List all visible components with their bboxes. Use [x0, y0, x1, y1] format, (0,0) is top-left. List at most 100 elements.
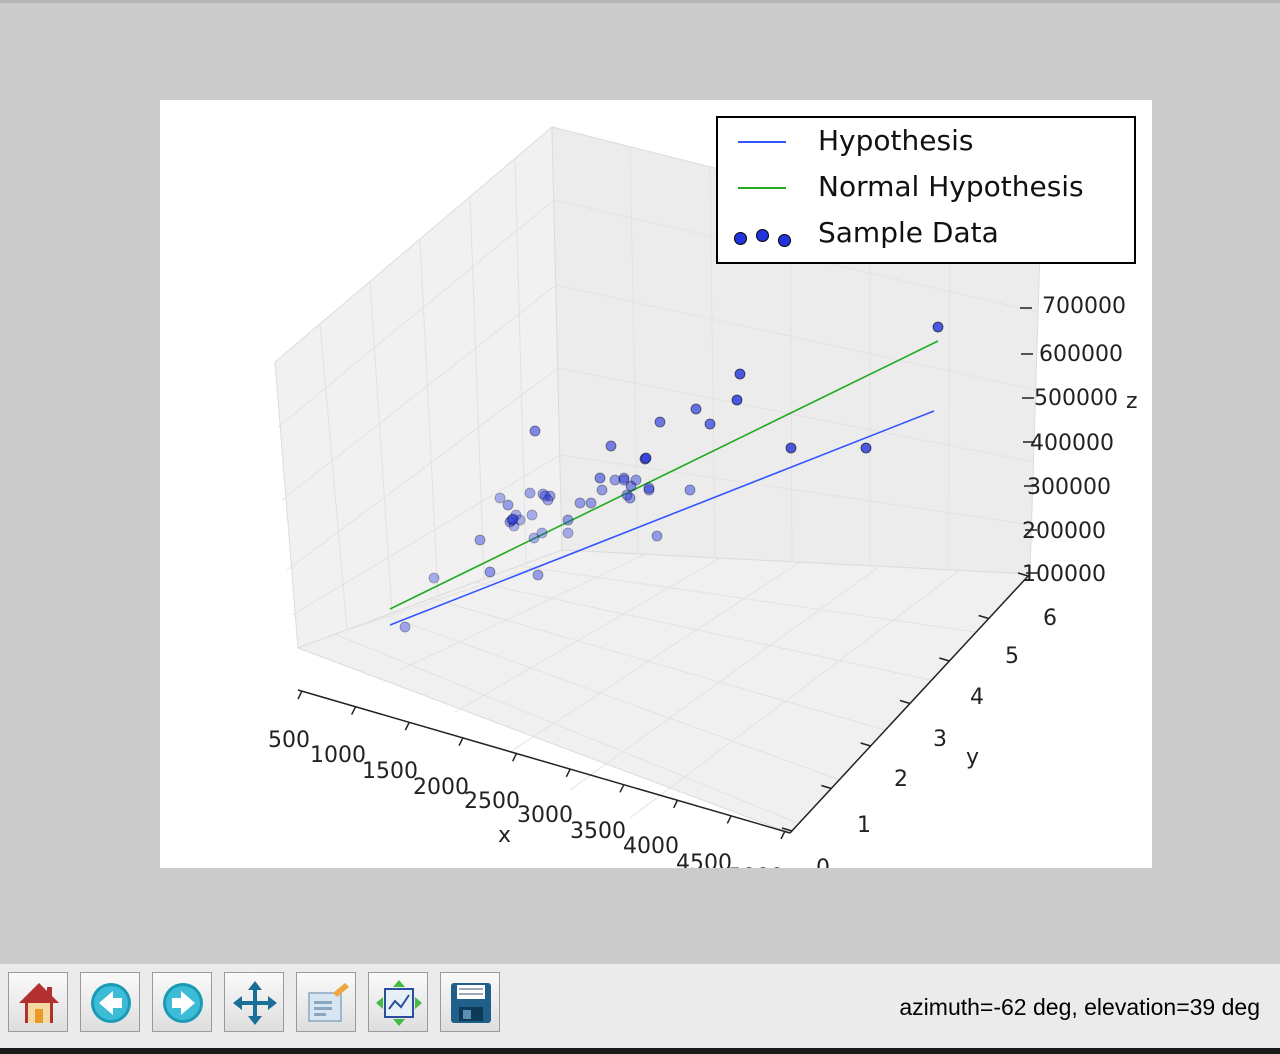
- y-tick-label: 3: [933, 727, 947, 752]
- pan-button[interactable]: [224, 972, 284, 1032]
- sample-data-point: [494, 492, 506, 504]
- z-tick-label: 600000: [1039, 342, 1123, 367]
- sample-data-point: [932, 321, 944, 333]
- sample-data-point: [684, 484, 696, 496]
- x-tick: [780, 830, 786, 840]
- z-tick-label: 200000: [1022, 519, 1106, 544]
- x-tick: [565, 768, 572, 778]
- legend-marker-dot: [778, 234, 791, 247]
- z-tick-label: 700000: [1042, 294, 1126, 319]
- forward-button[interactable]: [152, 972, 212, 1032]
- sample-data-point: [428, 572, 440, 584]
- sample-data-point: [574, 497, 586, 509]
- sample-data-point: [605, 440, 617, 452]
- sample-data-point: [630, 474, 642, 486]
- sample-data-point: [594, 472, 606, 484]
- sample-data-point: [562, 514, 574, 526]
- y-tick-label: 6: [1043, 606, 1057, 631]
- sample-data-point: [526, 509, 538, 521]
- x-tick: [297, 690, 303, 700]
- sample-data-point: [860, 442, 872, 454]
- y-tick-label: 5: [1005, 644, 1019, 669]
- legend-item-sample-data: Sample Data: [718, 212, 1134, 252]
- arrow-left-icon: [91, 983, 131, 1023]
- y-axis-label: y: [966, 745, 979, 770]
- sample-data-point: [507, 513, 519, 525]
- sample-data-point: [596, 484, 608, 496]
- zoom-rect-button[interactable]: [296, 972, 356, 1032]
- sample-data-point: [524, 487, 536, 499]
- sample-data-point: [640, 452, 652, 464]
- x-tick: [511, 752, 518, 762]
- legend-marker-dot: [734, 232, 747, 245]
- sample-data-point: [502, 499, 514, 511]
- z-tick-label: 300000: [1027, 475, 1111, 500]
- move-arrows-icon: [233, 981, 277, 1025]
- legend-label: Sample Data: [818, 216, 999, 249]
- sample-data-point: [536, 527, 548, 539]
- legend-line-normal-hypothesis: [738, 187, 786, 189]
- arrow-right-icon: [163, 983, 203, 1023]
- sample-data-point: [651, 530, 663, 542]
- x-tick-label: 3000: [517, 803, 573, 828]
- sample-data-point: [704, 418, 716, 430]
- z-tick-label: 400000: [1030, 431, 1114, 456]
- x-tick: [350, 706, 357, 715]
- home-icon: [19, 983, 59, 1023]
- sample-data-point: [399, 621, 411, 633]
- legend-label: Hypothesis: [818, 124, 974, 157]
- sample-data-point: [621, 489, 633, 501]
- sample-data-point: [484, 566, 496, 578]
- x-tick: [404, 721, 411, 731]
- x-tick-label: 1500: [362, 759, 418, 784]
- legend: Hypothesis Normal Hypothesis Sample Data: [716, 116, 1136, 264]
- x-tick-label: 500: [268, 728, 310, 753]
- sample-data-point: [539, 490, 551, 502]
- legend-item-hypothesis: Hypothesis: [718, 120, 1134, 160]
- legend-item-normal-hypothesis: Normal Hypothesis: [718, 166, 1134, 206]
- sample-data-point: [585, 497, 597, 509]
- x-tick-label: 4000: [623, 834, 679, 859]
- sample-data-point: [618, 474, 630, 486]
- save-button[interactable]: [440, 972, 500, 1032]
- x-tick-label: 4500: [676, 851, 732, 868]
- subplots-icon: [376, 980, 422, 1026]
- legend-line-hypothesis: [738, 141, 786, 143]
- sample-data-point: [785, 442, 797, 454]
- zoom-rect-icon: [308, 983, 349, 1022]
- legend-label: Normal Hypothesis: [818, 170, 1084, 203]
- x-tick-label: 3500: [570, 819, 626, 844]
- x-tick: [458, 737, 464, 747]
- legend-marker-dot: [756, 229, 769, 242]
- y-tick-label: 4: [970, 685, 984, 710]
- z-tick-label: 100000: [1022, 562, 1106, 587]
- sample-data-point: [734, 368, 746, 380]
- y-tick-label: 2: [894, 767, 908, 792]
- sample-data-point: [529, 425, 541, 437]
- x-tick-label: 2000: [413, 775, 469, 800]
- floppy-disk-icon: [451, 983, 491, 1023]
- x-tick: [619, 783, 625, 793]
- x-tick: [672, 799, 679, 809]
- window-bottom-border: [0, 1048, 1280, 1054]
- figure-canvas[interactable]: 500 1000 1500 2000 2500 3000 3500 4000 4…: [160, 100, 1152, 868]
- z-tick-label: 500000: [1034, 386, 1118, 411]
- sample-data-point: [690, 403, 702, 415]
- x-tick: [726, 815, 733, 824]
- y-tick-label: 1: [857, 813, 871, 838]
- sample-data-point: [562, 527, 574, 539]
- sample-data-point: [532, 569, 544, 581]
- x-axis-label: x: [498, 823, 511, 848]
- configure-subplots-button[interactable]: [368, 972, 428, 1032]
- sample-data-point: [609, 474, 621, 486]
- sample-data-point: [654, 416, 666, 428]
- window-top-border: [0, 0, 1280, 3]
- sample-data-point: [643, 482, 655, 494]
- z-axis-label: z: [1126, 389, 1138, 414]
- status-readout: azimuth=-62 deg, elevation=39 deg: [899, 994, 1260, 1020]
- back-button[interactable]: [80, 972, 140, 1032]
- x-tick-label: 1000: [310, 743, 366, 768]
- x-tick-label: 5000: [728, 865, 784, 868]
- home-button[interactable]: [8, 972, 68, 1032]
- navigation-toolbar: azimuth=-62 deg, elevation=39 deg: [0, 964, 1280, 1048]
